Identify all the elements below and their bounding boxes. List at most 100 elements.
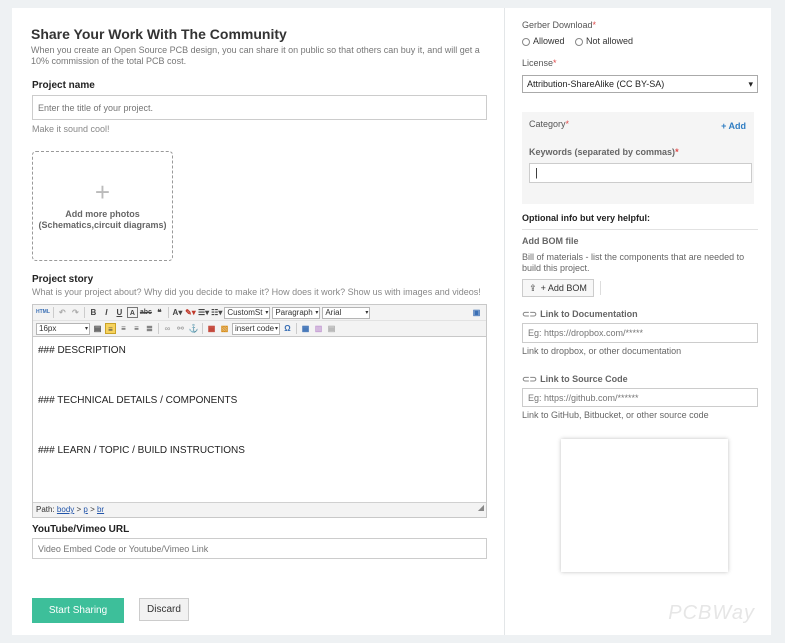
toolbar-separator [202, 323, 203, 334]
toolbar-separator [296, 323, 297, 334]
text-cursor: | [535, 167, 538, 179]
source-code-hint: Link to GitHub, Bitbucket, or other sour… [522, 410, 709, 420]
bom-description: Bill of materials - list the components … [522, 252, 745, 273]
radio-not-allowed[interactable] [575, 37, 583, 46]
add-photos-line1: Add more photos [65, 209, 140, 219]
main-form: Share Your Work With The Community When … [12, 8, 505, 635]
preview-image-box [561, 439, 728, 572]
start-sharing-button[interactable]: Start Sharing [32, 598, 124, 623]
unordered-list-icon[interactable]: ☷▾ [211, 307, 222, 318]
story-section-description: ### DESCRIPTION [38, 345, 126, 356]
add-photos-dropzone[interactable]: + Add more photos (Schematics,circuit di… [32, 151, 173, 261]
redo-icon[interactable]: ↷ [70, 307, 81, 318]
paragraph-format-select[interactable]: Paragraph ▾ [272, 306, 321, 319]
sidebar: Gerber Download* Allowed Not allowed Lic… [506, 8, 771, 635]
add-photos-text: Add more photos (Schematics,circuit diag… [38, 209, 166, 231]
bom-label: Add BOM file [522, 236, 579, 246]
editor-statusbar: Path: body > p > br ◢ [33, 502, 486, 517]
align-center-icon[interactable]: ≡ [118, 323, 129, 334]
divider [600, 281, 601, 295]
paste-icon[interactable]: ▤ [92, 323, 103, 334]
watermark: PCBWay [668, 602, 755, 624]
toolbar-separator [158, 323, 159, 334]
story-section-technical: ### TECHNICAL DETAILS / COMPONENTS [38, 395, 238, 406]
documentation-hint: Link to dropbox, or other documentation [522, 346, 682, 356]
image-icon[interactable]: ▦ [206, 323, 217, 334]
font-size-select[interactable]: 16px ▾ [36, 322, 90, 335]
video-url-label: YouTube/Vimeo URL [32, 524, 130, 535]
table-icon[interactable]: ▦ [300, 323, 311, 334]
blockquote-icon[interactable]: ❝ [154, 307, 165, 318]
editor-toolbar-row2: 16px ▾ ▤ ≡ ≡ ≡ ≣ ∞ ⚯ ⚓ ▦ ▧ insert code ▾ Ω… [33, 321, 486, 337]
undo-icon[interactable]: ↶ [57, 307, 68, 318]
documentation-link-input[interactable] [522, 323, 758, 343]
insert-code-select[interactable]: insert code ▾ [232, 322, 280, 335]
font-box-icon[interactable]: A [126, 307, 138, 318]
gerber-label: Gerber Download* [522, 20, 597, 30]
media-icon[interactable]: ▧ [219, 323, 230, 334]
highlight-color-icon[interactable]: ✎▾ [185, 307, 196, 318]
resize-grip-icon[interactable]: ◢ [478, 501, 484, 515]
page-title: Share Your Work With The Community [31, 26, 287, 42]
html-source-icon[interactable]: HTML [36, 307, 50, 318]
rich-text-editor: HTML ↶ ↷ B I U A abc ❝ A▾ ✎▾ ☰▾ ☷▾ Custo… [32, 304, 487, 518]
chevron-down-icon: ▾ [748, 78, 753, 89]
video-url-input[interactable] [32, 538, 487, 559]
project-story-label: Project story [32, 274, 94, 285]
add-photos-line2: (Schematics,circuit diagrams) [38, 220, 167, 230]
story-section-learn: ### LEARN / TOPIC / BUILD INSTRUCTIONS [38, 445, 245, 456]
keywords-label: Keywords (separated by commas)* [529, 147, 679, 157]
upload-icon: ⇪ [529, 282, 537, 293]
link-icon[interactable]: ∞ [162, 323, 173, 334]
link-icon: ⊂⊃ [522, 374, 538, 384]
toolbar-separator [52, 307, 54, 318]
custom-style-select[interactable]: CustomSt ▾ [224, 306, 271, 319]
project-name-hint: Make it sound cool! [32, 124, 110, 134]
add-bom-button[interactable]: ⇪ + Add BOM [522, 279, 594, 297]
path-p-link[interactable]: p [83, 505, 87, 514]
category-keywords-panel: Category* + Add Keywords (separated by c… [522, 112, 754, 204]
italic-icon[interactable]: I [101, 307, 112, 318]
underline-icon[interactable]: U [114, 307, 125, 318]
font-color-icon[interactable]: A▾ [172, 307, 183, 318]
path-body-link[interactable]: body [57, 505, 74, 514]
align-left-icon[interactable]: ≡ [105, 323, 116, 334]
path-label: Path: [36, 505, 55, 514]
gerber-allowed-option[interactable]: Allowed [522, 36, 565, 46]
project-name-label: Project name [32, 80, 95, 91]
align-right-icon[interactable]: ≡ [131, 323, 142, 334]
editor-content[interactable]: ### DESCRIPTION ### TECHNICAL DETAILS / … [33, 338, 486, 502]
page-description: When you create an Open Source PCB desig… [31, 45, 480, 66]
gerber-not-allowed-option[interactable]: Not allowed [575, 36, 633, 46]
project-name-input[interactable] [32, 95, 487, 120]
bold-icon[interactable]: B [88, 307, 99, 318]
category-label: Category* [529, 119, 570, 129]
toolbar-separator [167, 307, 169, 318]
project-story-hint: What is your project about? Why did you … [32, 287, 481, 297]
keywords-input[interactable]: | [529, 163, 752, 183]
plus-icon: + [94, 177, 111, 207]
table-props-icon[interactable]: ▤ [326, 323, 337, 334]
source-code-label: ⊂⊃ Link to Source Code [522, 374, 628, 384]
add-category-link[interactable]: + Add [721, 121, 746, 131]
unlink-icon[interactable]: ⚯ [175, 323, 186, 334]
ordered-list-icon[interactable]: ☰▾ [198, 307, 209, 318]
fullscreen-icon[interactable]: ▣ [471, 307, 482, 318]
optional-heading: Optional info but very helpful: [522, 213, 650, 223]
toolbar-separator [83, 307, 85, 318]
radio-allowed[interactable] [522, 37, 530, 46]
anchor-icon[interactable]: ⚓ [188, 323, 199, 334]
strikethrough-icon[interactable]: abc [140, 307, 152, 318]
path-br-link[interactable]: br [97, 505, 104, 514]
license-select[interactable]: Attribution-ShareAlike (CC BY-SA) ▾ [522, 75, 758, 93]
source-code-link-input[interactable] [522, 388, 758, 407]
license-label: License* [522, 58, 557, 68]
align-justify-icon[interactable]: ≣ [144, 323, 155, 334]
documentation-label: ⊂⊃ Link to Documentation [522, 309, 638, 319]
discard-button[interactable]: Discard [139, 598, 189, 621]
special-char-icon[interactable]: Ω [282, 323, 293, 334]
share-page: Share Your Work With The Community When … [12, 8, 771, 635]
font-family-select[interactable]: Arial ▾ [322, 306, 371, 319]
table-delete-icon[interactable]: ▥ [313, 323, 324, 334]
divider [522, 229, 758, 230]
